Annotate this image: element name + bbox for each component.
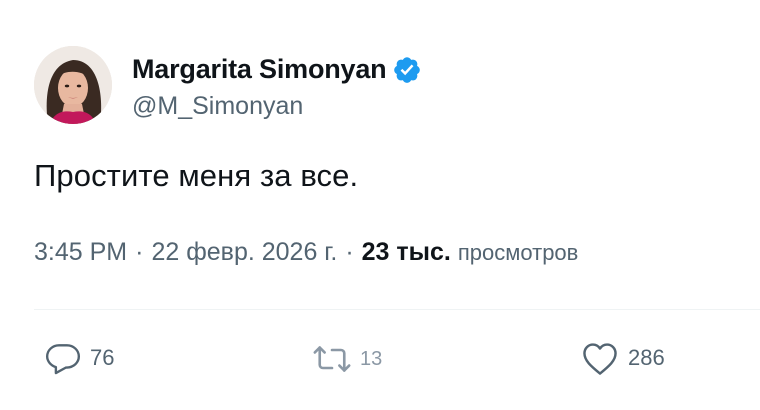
tweet-date[interactable]: 22 февр. 2026 г. [151,238,337,267]
avatar-photo [34,46,112,124]
tweet-header: Margarita Simonyan @M_Simonyan [34,44,422,126]
divider [34,309,760,310]
reply-button[interactable]: 76 [44,339,114,377]
tweet-time[interactable]: 3:45 PM [34,238,127,267]
meta-separator: · [345,238,354,266]
repost-icon [312,341,352,377]
author-identity: Margarita Simonyan @M_Simonyan [132,50,422,121]
tweet-text: Простите меня за все. [34,158,359,193]
repost-count: 13 [360,347,383,370]
meta-separator: · [135,238,144,266]
views-count[interactable]: 23 тыс. [362,238,451,267]
author-handle[interactable]: @M_Simonyan [132,92,422,121]
verified-badge-icon[interactable] [392,55,422,85]
reply-icon [44,339,82,377]
like-count: 286 [628,345,665,370]
action-bar: 76 13 286 [0,335,760,385]
avatar[interactable] [34,46,112,124]
reply-count: 76 [90,345,115,370]
like-button[interactable]: 286 [580,340,665,376]
heart-icon [580,340,620,376]
tweet-card: Margarita Simonyan @M_Simonyan Простите … [0,0,760,410]
tweet-meta: 3:45 PM · 22 февр. 2026 г. · 23 тыс. про… [34,238,578,267]
author-name-row: Margarita Simonyan [132,50,422,90]
repost-button[interactable]: 13 [312,341,382,377]
author-display-name[interactable]: Margarita Simonyan [132,54,387,85]
views-label[interactable]: просмотров [458,240,579,266]
